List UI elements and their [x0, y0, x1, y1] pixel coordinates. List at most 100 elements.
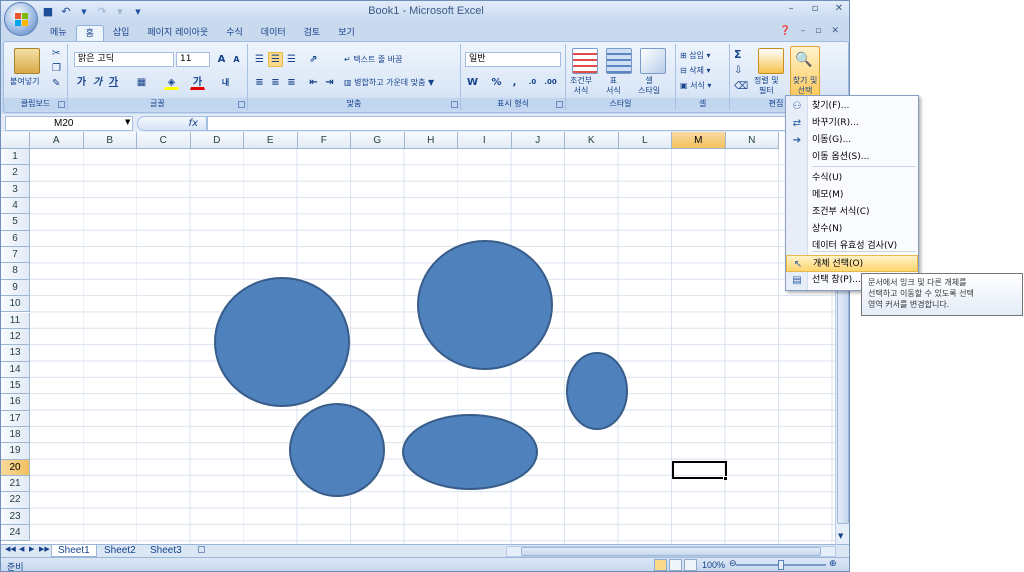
format-table-button[interactable]: 표 서식: [606, 76, 621, 96]
conditional-formatting-icon[interactable]: [572, 48, 598, 74]
decrease-indent-icon[interactable]: ⇤: [306, 75, 321, 90]
italic-icon[interactable]: 가: [90, 75, 105, 90]
horizontal-scrollbar[interactable]: [506, 546, 836, 557]
next-sheet-icon[interactable]: ▶: [29, 545, 34, 553]
phonetic-icon[interactable]: 내: [218, 75, 233, 90]
tab-8[interactable]: 보기: [329, 25, 364, 41]
sort-filter-button[interactable]: 정렬 및 필터: [754, 76, 779, 96]
decrease-decimal-icon[interactable]: .00: [543, 75, 558, 90]
conditional-formatting-button[interactable]: 조건부 서식: [570, 76, 592, 96]
menu-item[interactable]: 데이터 유효성 검사(V): [786, 238, 918, 255]
font-size-select[interactable]: 11: [176, 52, 210, 67]
format-button[interactable]: ▣ 서식 ▾: [680, 80, 711, 91]
sort-filter-icon[interactable]: [758, 48, 784, 74]
fill-icon[interactable]: ⇩: [734, 65, 742, 76]
percent-icon[interactable]: %: [489, 75, 504, 90]
horizontal-scroll-thumb[interactable]: [521, 547, 821, 556]
oval-shape[interactable]: [214, 277, 350, 407]
zoom-slider-knob[interactable]: [778, 560, 784, 570]
tab-4[interactable]: 페이지 레이아웃: [138, 25, 217, 41]
sheet-tab[interactable]: Sheet1: [51, 545, 97, 557]
grow-font-icon[interactable]: A: [214, 52, 229, 67]
tab-3[interactable]: 삽입: [104, 25, 139, 41]
delete-button[interactable]: ⊟ 삭제 ▾: [680, 65, 711, 76]
sheet-tab[interactable]: Sheet2: [98, 545, 142, 557]
active-cell-border[interactable]: [672, 461, 727, 479]
merge-center-button[interactable]: ▥ 병합하고 가운데 맞춤 ▼: [344, 77, 434, 88]
worksheet-grid[interactable]: ABCDEFGHIJKLMN 1 2 3 4 5 6 7 8 9 10 11 12 13 14 15 16 17…: [1, 132, 835, 544]
cell-styles-button[interactable]: 셀 스타일: [638, 76, 660, 96]
menu-item[interactable]: 조건부 서식(C): [786, 204, 918, 221]
menu-item[interactable]: ⚇ 찾기(F)...: [786, 98, 918, 115]
prev-sheet-icon[interactable]: ◀: [19, 545, 24, 553]
insert-sheet-icon[interactable]: ▢: [197, 545, 206, 555]
dialog-launcher-icon[interactable]: [238, 101, 245, 108]
oval-shape[interactable]: [289, 403, 385, 497]
page-break-view-icon[interactable]: [684, 559, 697, 571]
align-right-icon[interactable]: ≡: [284, 75, 299, 90]
chevron-down-icon[interactable]: ▼: [125, 118, 130, 126]
paste-button[interactable]: 붙여넣기: [10, 76, 39, 87]
paste-icon[interactable]: [14, 48, 40, 74]
copy-icon[interactable]: ❐: [52, 63, 61, 74]
fill-color-icon[interactable]: ◈: [164, 75, 179, 90]
increase-indent-icon[interactable]: ⇥: [322, 75, 337, 90]
font-color-icon[interactable]: 가: [190, 75, 205, 90]
tab-5[interactable]: 수식: [217, 25, 252, 41]
comma-icon[interactable]: ,: [507, 75, 522, 90]
increase-decimal-icon[interactable]: .0: [525, 75, 540, 90]
restore-icon[interactable]: ▫: [809, 3, 821, 17]
close-icon[interactable]: ✕: [833, 3, 845, 17]
font-name-select[interactable]: 맑은 고딕: [74, 52, 174, 67]
normal-view-icon[interactable]: [654, 559, 667, 571]
shrink-font-icon[interactable]: A: [229, 52, 244, 67]
page-layout-view-icon[interactable]: [669, 559, 682, 571]
menu-item[interactable]: 수식(U): [786, 170, 918, 187]
orientation-icon[interactable]: ⇗: [306, 52, 321, 67]
minimize-icon[interactable]: –: [801, 26, 806, 36]
oval-shape[interactable]: [417, 240, 553, 370]
help-icon[interactable]: ❓: [780, 26, 791, 36]
menu-item[interactable]: ↖ 개체 선택(O): [786, 255, 918, 272]
tab-2[interactable]: 홈: [75, 25, 104, 41]
close-icon[interactable]: ✕: [831, 26, 839, 36]
cut-icon[interactable]: ✂: [52, 48, 60, 59]
first-sheet-icon[interactable]: ◀◀: [5, 545, 16, 553]
menu-item[interactable]: 이동 옵션(S)...: [786, 149, 918, 166]
scroll-down-icon[interactable]: ▼: [838, 532, 843, 540]
currency-icon[interactable]: W: [465, 75, 480, 90]
zoom-in-icon[interactable]: ⊕: [829, 559, 837, 569]
minimize-icon[interactable]: –: [785, 3, 797, 17]
format-painter-icon[interactable]: ✎: [52, 78, 60, 89]
number-format-select[interactable]: 일반: [465, 52, 561, 67]
restore-icon[interactable]: ▫: [815, 26, 821, 36]
cell-styles-icon[interactable]: [640, 48, 666, 74]
office-button[interactable]: [4, 2, 38, 36]
align-bottom-icon[interactable]: ☰: [284, 52, 299, 67]
align-middle-icon[interactable]: ☰: [268, 52, 283, 67]
insert-button[interactable]: ⊞ 삽입 ▾: [680, 50, 711, 61]
borders-icon[interactable]: ▦: [134, 75, 149, 90]
tab-7[interactable]: 검토: [295, 25, 330, 41]
insert-function-button[interactable]: fx: [137, 116, 207, 131]
name-box[interactable]: M20: [5, 116, 133, 131]
bold-icon[interactable]: 가: [74, 75, 89, 90]
dialog-launcher-icon[interactable]: [58, 101, 65, 108]
align-top-icon[interactable]: ☰: [252, 52, 267, 67]
menu-item[interactable]: ⇄ 바꾸기(R)...: [786, 115, 918, 132]
oval-shape[interactable]: [566, 352, 628, 430]
tab-6[interactable]: 데이터: [252, 25, 295, 41]
dialog-launcher-icon[interactable]: [451, 101, 458, 108]
zoom-level[interactable]: 100%: [702, 560, 725, 570]
menu-item[interactable]: 상수(N): [786, 221, 918, 238]
sheet-tab[interactable]: Sheet3: [144, 545, 188, 557]
align-center-icon[interactable]: ≡: [268, 75, 283, 90]
underline-icon[interactable]: 가: [106, 75, 121, 90]
format-table-icon[interactable]: [606, 48, 632, 74]
formula-input[interactable]: [207, 116, 847, 131]
oval-shape[interactable]: [402, 414, 538, 490]
menu-item[interactable]: ➔ 이동(G)...: [786, 132, 918, 149]
wrap-text-button[interactable]: ↵ 텍스트 줄 바꿈: [344, 54, 403, 65]
last-sheet-icon[interactable]: ▶▶: [39, 545, 50, 553]
autosum-icon[interactable]: Σ: [734, 48, 742, 61]
